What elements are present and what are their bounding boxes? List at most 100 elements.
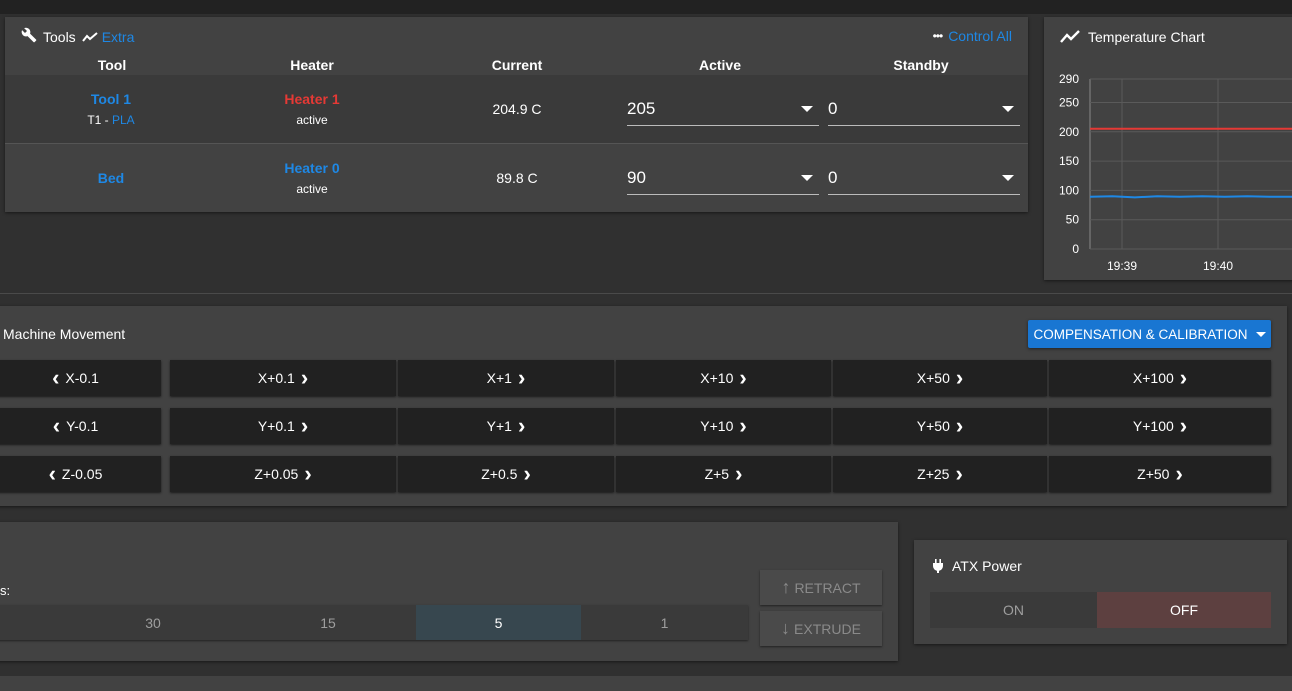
dropdown-arrow-icon — [1002, 175, 1014, 181]
chevron-left-icon: ‹ — [52, 365, 60, 390]
chevron-right-icon: › — [517, 365, 526, 390]
active-temp-value: 205 — [627, 99, 656, 118]
amount-selector: 30 15 5 1 — [0, 605, 748, 640]
move-button-label: X+50 — [916, 370, 950, 386]
move-button[interactable]: Z+0.5 › — [398, 456, 614, 492]
divider — [0, 293, 1292, 294]
x-tick-label: 19:39 — [1107, 259, 1137, 273]
control-all-button[interactable]: ••• Control All — [933, 28, 1012, 44]
heater-name[interactable]: Heater 0 — [284, 160, 339, 176]
retract-label: RETRACT — [794, 579, 861, 596]
dropdown-arrow-icon — [801, 106, 813, 112]
amount-option[interactable]: 1 — [581, 605, 748, 640]
dropdown-arrow-icon — [1002, 106, 1014, 112]
move-button-label: X+100 — [1132, 370, 1174, 386]
move-button[interactable]: X+10 › — [616, 360, 831, 396]
chevron-right-icon: › — [517, 413, 526, 438]
tools-title: Tools — [43, 28, 76, 45]
move-button[interactable]: Z+50 › — [1049, 456, 1271, 492]
move-button[interactable]: X+50 › — [833, 360, 1047, 396]
dropdown-arrow-icon — [801, 175, 813, 181]
move-button[interactable]: ‹ X-0.1 — [0, 360, 161, 396]
move-button[interactable]: Y+50 › — [833, 408, 1047, 444]
table-row: Tool 1 T1 - PLA Heater 1 active 204.9 C … — [5, 75, 1028, 144]
move-button[interactable]: Z+5 › — [616, 456, 831, 492]
table-row: Bed Heater 0 active 89.8 C 90 0 — [5, 144, 1028, 212]
chart-line-icon — [1060, 30, 1080, 43]
y-tick-label: 200 — [1059, 125, 1079, 139]
heater-name[interactable]: Heater 1 — [284, 91, 339, 107]
active-temp-select[interactable]: 90 — [627, 160, 819, 195]
move-button-label: X+0.1 — [257, 370, 295, 386]
chart-header: Temperature Chart — [1060, 29, 1205, 45]
chevron-right-icon: › — [304, 461, 312, 486]
move-button[interactable]: X+1 › — [398, 360, 614, 396]
chevron-right-icon: › — [739, 413, 747, 438]
atx-power-panel: ATX Power ON OFF — [914, 540, 1287, 644]
extrude-label: EXTRUDE — [794, 620, 861, 637]
wrench-icon — [21, 27, 37, 46]
tools-table-header: Tool Heater Current Active Standby — [5, 54, 1028, 74]
move-button[interactable]: Y+10 › — [616, 408, 831, 444]
chart-title: Temperature Chart — [1088, 29, 1205, 45]
filament-link[interactable]: PLA — [112, 113, 135, 127]
arrow-down-icon: ↓ — [781, 618, 791, 638]
chevron-right-icon: › — [739, 365, 747, 390]
move-button[interactable]: Z+0.05 › — [170, 456, 396, 492]
extra-tab[interactable]: Extra — [81, 28, 135, 45]
move-button[interactable]: ‹ Y-0.1 — [0, 408, 161, 444]
standby-temp-select[interactable]: 0 — [828, 91, 1020, 126]
move-button-label: Z+0.5 — [481, 466, 518, 482]
chevron-right-icon: › — [300, 365, 309, 390]
chevron-right-icon: › — [1175, 461, 1183, 486]
tool-name[interactable]: Bed — [98, 170, 124, 186]
power-plug-icon — [933, 559, 943, 573]
amount-option[interactable]: 30 — [68, 605, 238, 640]
chevron-right-icon: › — [735, 461, 743, 486]
extra-label: Extra — [101, 28, 135, 45]
move-button-label: Y+10 — [700, 418, 734, 434]
chevron-right-icon: › — [1179, 365, 1188, 390]
heater-state: active — [296, 113, 328, 127]
col-current: Current — [491, 57, 543, 73]
move-button[interactable]: Z+25 › — [833, 456, 1047, 492]
tools-header: Tools Extra — [21, 27, 134, 46]
y-tick-label: 0 — [1072, 242, 1079, 256]
move-button-label: X+1 — [486, 370, 512, 386]
chevron-right-icon: › — [300, 413, 309, 438]
chevron-left-icon: ‹ — [48, 461, 56, 486]
active-temp-select[interactable]: 205 — [627, 91, 819, 126]
tool-name[interactable]: Tool 1 — [87, 91, 134, 107]
move-button-label: Y+50 — [916, 418, 950, 434]
extrude-button[interactable]: ↓ EXTRUDE — [760, 611, 882, 646]
amount-option[interactable]: 15 — [243, 605, 413, 640]
chevron-right-icon: › — [955, 461, 963, 486]
move-button[interactable]: Y+100 › — [1049, 408, 1271, 444]
temperature-chart-panel: Temperature Chart 290 250 200 150 100 50 0 19:3… — [1044, 17, 1292, 280]
active-temp-value: 90 — [627, 168, 646, 187]
move-button-label: X+10 — [700, 370, 734, 386]
y-tick-label: 250 — [1059, 95, 1079, 109]
move-button-label: Z+0.05 — [254, 466, 299, 482]
chevron-right-icon: › — [1179, 413, 1188, 438]
atx-on-button[interactable]: ON — [930, 592, 1097, 628]
compensation-label: COMPENSATION & CALIBRATION — [1033, 326, 1248, 342]
current-temp: 89.8 C — [496, 170, 538, 186]
compensation-calibration-button[interactable]: COMPENSATION & CALIBRATION — [1028, 320, 1271, 348]
move-button[interactable]: X+100 › — [1049, 360, 1271, 396]
tools-panel: Tools Extra ••• Control All Tool Heater … — [5, 17, 1028, 212]
move-button[interactable]: X+0.1 › — [170, 360, 396, 396]
standby-temp-select[interactable]: 0 — [828, 160, 1020, 195]
current-temp: 204.9 C — [492, 101, 542, 117]
move-button-label: Z+50 — [1137, 466, 1170, 482]
tool-filament: T1 - PLA — [87, 113, 135, 127]
move-button[interactable]: Y+0.1 › — [170, 408, 396, 444]
atx-title: ATX Power — [952, 558, 1022, 574]
move-button[interactable]: ‹ Z-0.05 — [0, 456, 161, 492]
move-button-label: Y+1 — [486, 418, 512, 434]
atx-off-button[interactable]: OFF — [1097, 592, 1271, 628]
retract-button[interactable]: ↑ RETRACT — [760, 570, 882, 605]
move-button[interactable]: Y+1 › — [398, 408, 614, 444]
chevron-right-icon: › — [955, 365, 964, 390]
amount-option-selected[interactable]: 5 — [416, 605, 581, 640]
